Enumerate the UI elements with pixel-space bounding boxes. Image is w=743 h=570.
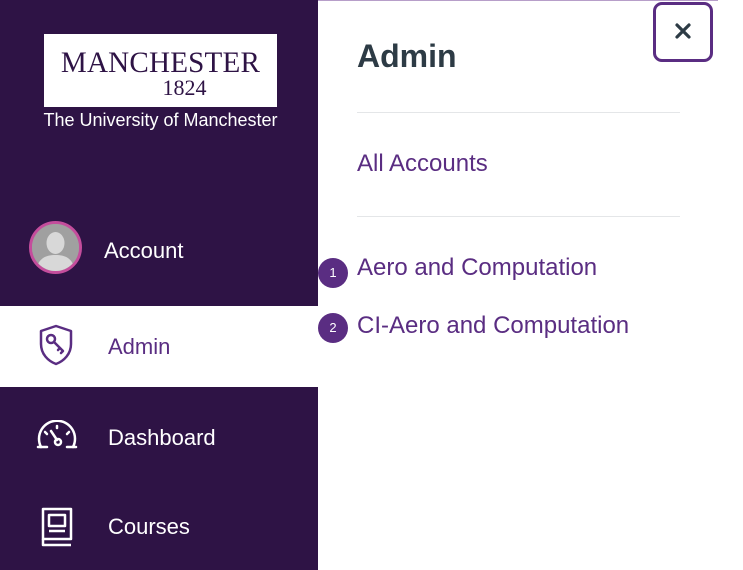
logo-year: 1824	[162, 75, 207, 100]
nav-item-label: Account	[104, 238, 184, 263]
nav-item-admin[interactable]: Admin	[0, 306, 318, 387]
tray-title: Admin	[357, 38, 457, 74]
divider	[357, 216, 680, 217]
shield-key-icon	[38, 324, 74, 371]
logo-name: MANCHESTER	[60, 46, 261, 79]
logo-subtitle: The University of Manchester	[43, 110, 278, 130]
nav-item-dashboard[interactable]: Dashboard	[0, 387, 318, 479]
close-icon	[674, 22, 692, 43]
nav-item-courses[interactable]: Courses	[0, 479, 318, 570]
nav-item-label: Dashboard	[108, 425, 216, 450]
close-button[interactable]	[653, 2, 713, 62]
avatar	[29, 221, 82, 274]
all-accounts-link[interactable]: All Accounts	[357, 150, 488, 178]
account-link-ci-aero[interactable]: CI-Aero and Computation	[357, 312, 629, 340]
global-navigation: MANCHESTER 1824 The University of Manche…	[0, 0, 318, 570]
top-border	[318, 0, 718, 1]
book-icon	[40, 506, 74, 553]
account-link-aero[interactable]: Aero and Computation	[357, 254, 597, 282]
nav-item-account[interactable]: Account	[0, 211, 318, 296]
speedometer-icon	[35, 419, 79, 455]
university-logo[interactable]: MANCHESTER 1824	[44, 34, 277, 107]
divider	[357, 112, 680, 113]
nav-item-label: Courses	[108, 514, 190, 539]
account-badge: 1	[318, 258, 348, 288]
nav-item-label: Admin	[108, 334, 171, 359]
account-badge: 2	[318, 313, 348, 343]
